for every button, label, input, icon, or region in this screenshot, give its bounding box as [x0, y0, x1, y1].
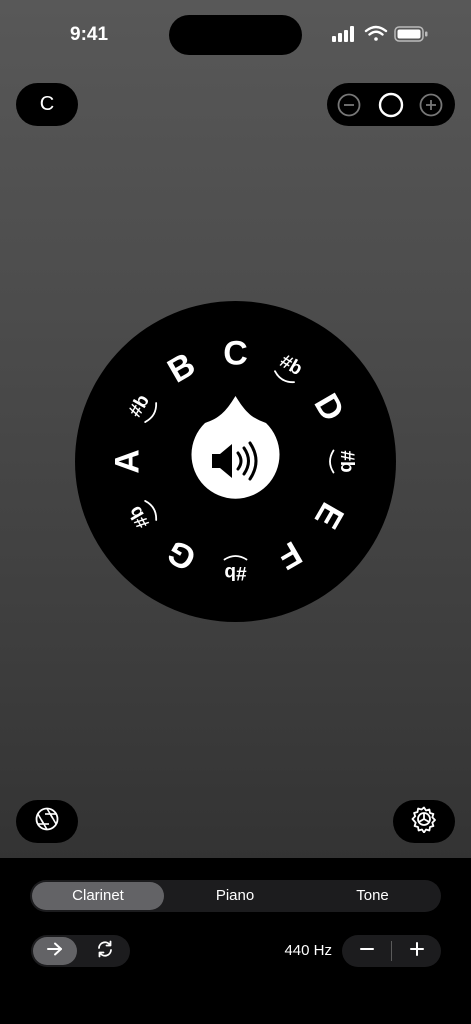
- plus-circle-icon[interactable]: [417, 83, 445, 126]
- accidental-arc: [329, 449, 335, 474]
- note-label: E: [307, 496, 351, 535]
- frequency-stepper: [342, 935, 441, 967]
- note-label: G: [161, 532, 203, 578]
- frequency-label: 440 Hz: [284, 942, 332, 959]
- note-label: A: [109, 449, 147, 474]
- speaker-icon[interactable]: [191, 396, 280, 499]
- status-time: 9:41: [70, 24, 109, 45]
- instrument-picker: Clarinet Piano Tone: [30, 880, 441, 912]
- accidental-label: #b: [125, 502, 154, 532]
- plus-icon: [409, 941, 425, 962]
- minus-icon: [359, 941, 375, 962]
- note-wheel[interactable]: C #b D #b E F #b G #b A #b B: [75, 301, 396, 622]
- note-accidental[interactable]: #b: [125, 499, 159, 532]
- note-a[interactable]: A: [109, 449, 147, 474]
- segment-clarinet[interactable]: Clarinet: [32, 882, 164, 910]
- aperture-button[interactable]: [16, 800, 78, 843]
- note-b[interactable]: B: [161, 345, 201, 390]
- segment-tone[interactable]: Tone: [306, 882, 439, 910]
- note-g[interactable]: G: [161, 532, 203, 578]
- decrease-frequency-button[interactable]: [342, 935, 391, 967]
- arrow-right-icon: [45, 941, 65, 962]
- status-icons: [332, 24, 432, 44]
- note-label: C: [223, 335, 248, 373]
- accidental-label: #b: [336, 450, 357, 472]
- note-label: F: [271, 533, 308, 576]
- accidental-label: #b: [125, 391, 154, 421]
- note-f[interactable]: F: [271, 533, 308, 576]
- accidental-arc: [223, 555, 248, 561]
- battery-icon: [394, 26, 428, 42]
- note-c[interactable]: C: [223, 335, 248, 373]
- bottom-panel: Clarinet Piano Tone 440 Hz: [0, 858, 471, 1024]
- gear-icon: [410, 805, 438, 838]
- single-mode-button[interactable]: [33, 937, 77, 965]
- note-wheel-canvas: C #bD#bEF#bG#bA#bB: [109, 335, 358, 584]
- settings-button[interactable]: [393, 800, 455, 843]
- accidental-label: #b: [224, 562, 246, 583]
- dynamic-island: [169, 15, 302, 55]
- repeat-icon: [95, 939, 115, 964]
- segment-piano[interactable]: Piano: [168, 882, 302, 910]
- aperture-icon: [34, 806, 60, 837]
- note-label: B: [161, 345, 201, 390]
- wifi-icon: [364, 25, 388, 41]
- note-accidental[interactable]: #b: [125, 391, 159, 424]
- accidental-label: #b: [276, 351, 306, 380]
- note-accidental[interactable]: #b: [273, 351, 306, 385]
- playback-mode: [31, 935, 130, 967]
- note-accidental[interactable]: #b: [223, 555, 248, 583]
- signal-icon: [332, 26, 354, 42]
- circle-icon[interactable]: [375, 83, 407, 126]
- increase-frequency-button[interactable]: [392, 935, 441, 967]
- key-button[interactable]: C: [16, 83, 78, 126]
- note-accidental[interactable]: #b: [329, 449, 357, 474]
- minus-circle-icon[interactable]: [335, 83, 363, 126]
- key-label: C: [39, 93, 55, 115]
- note-e[interactable]: E: [307, 496, 351, 535]
- repeat-mode-button[interactable]: [83, 937, 127, 965]
- status-bar: 9:41: [0, 0, 471, 70]
- note-d[interactable]: D: [306, 387, 351, 427]
- note-label: D: [306, 387, 351, 427]
- volume-control: [327, 83, 455, 126]
